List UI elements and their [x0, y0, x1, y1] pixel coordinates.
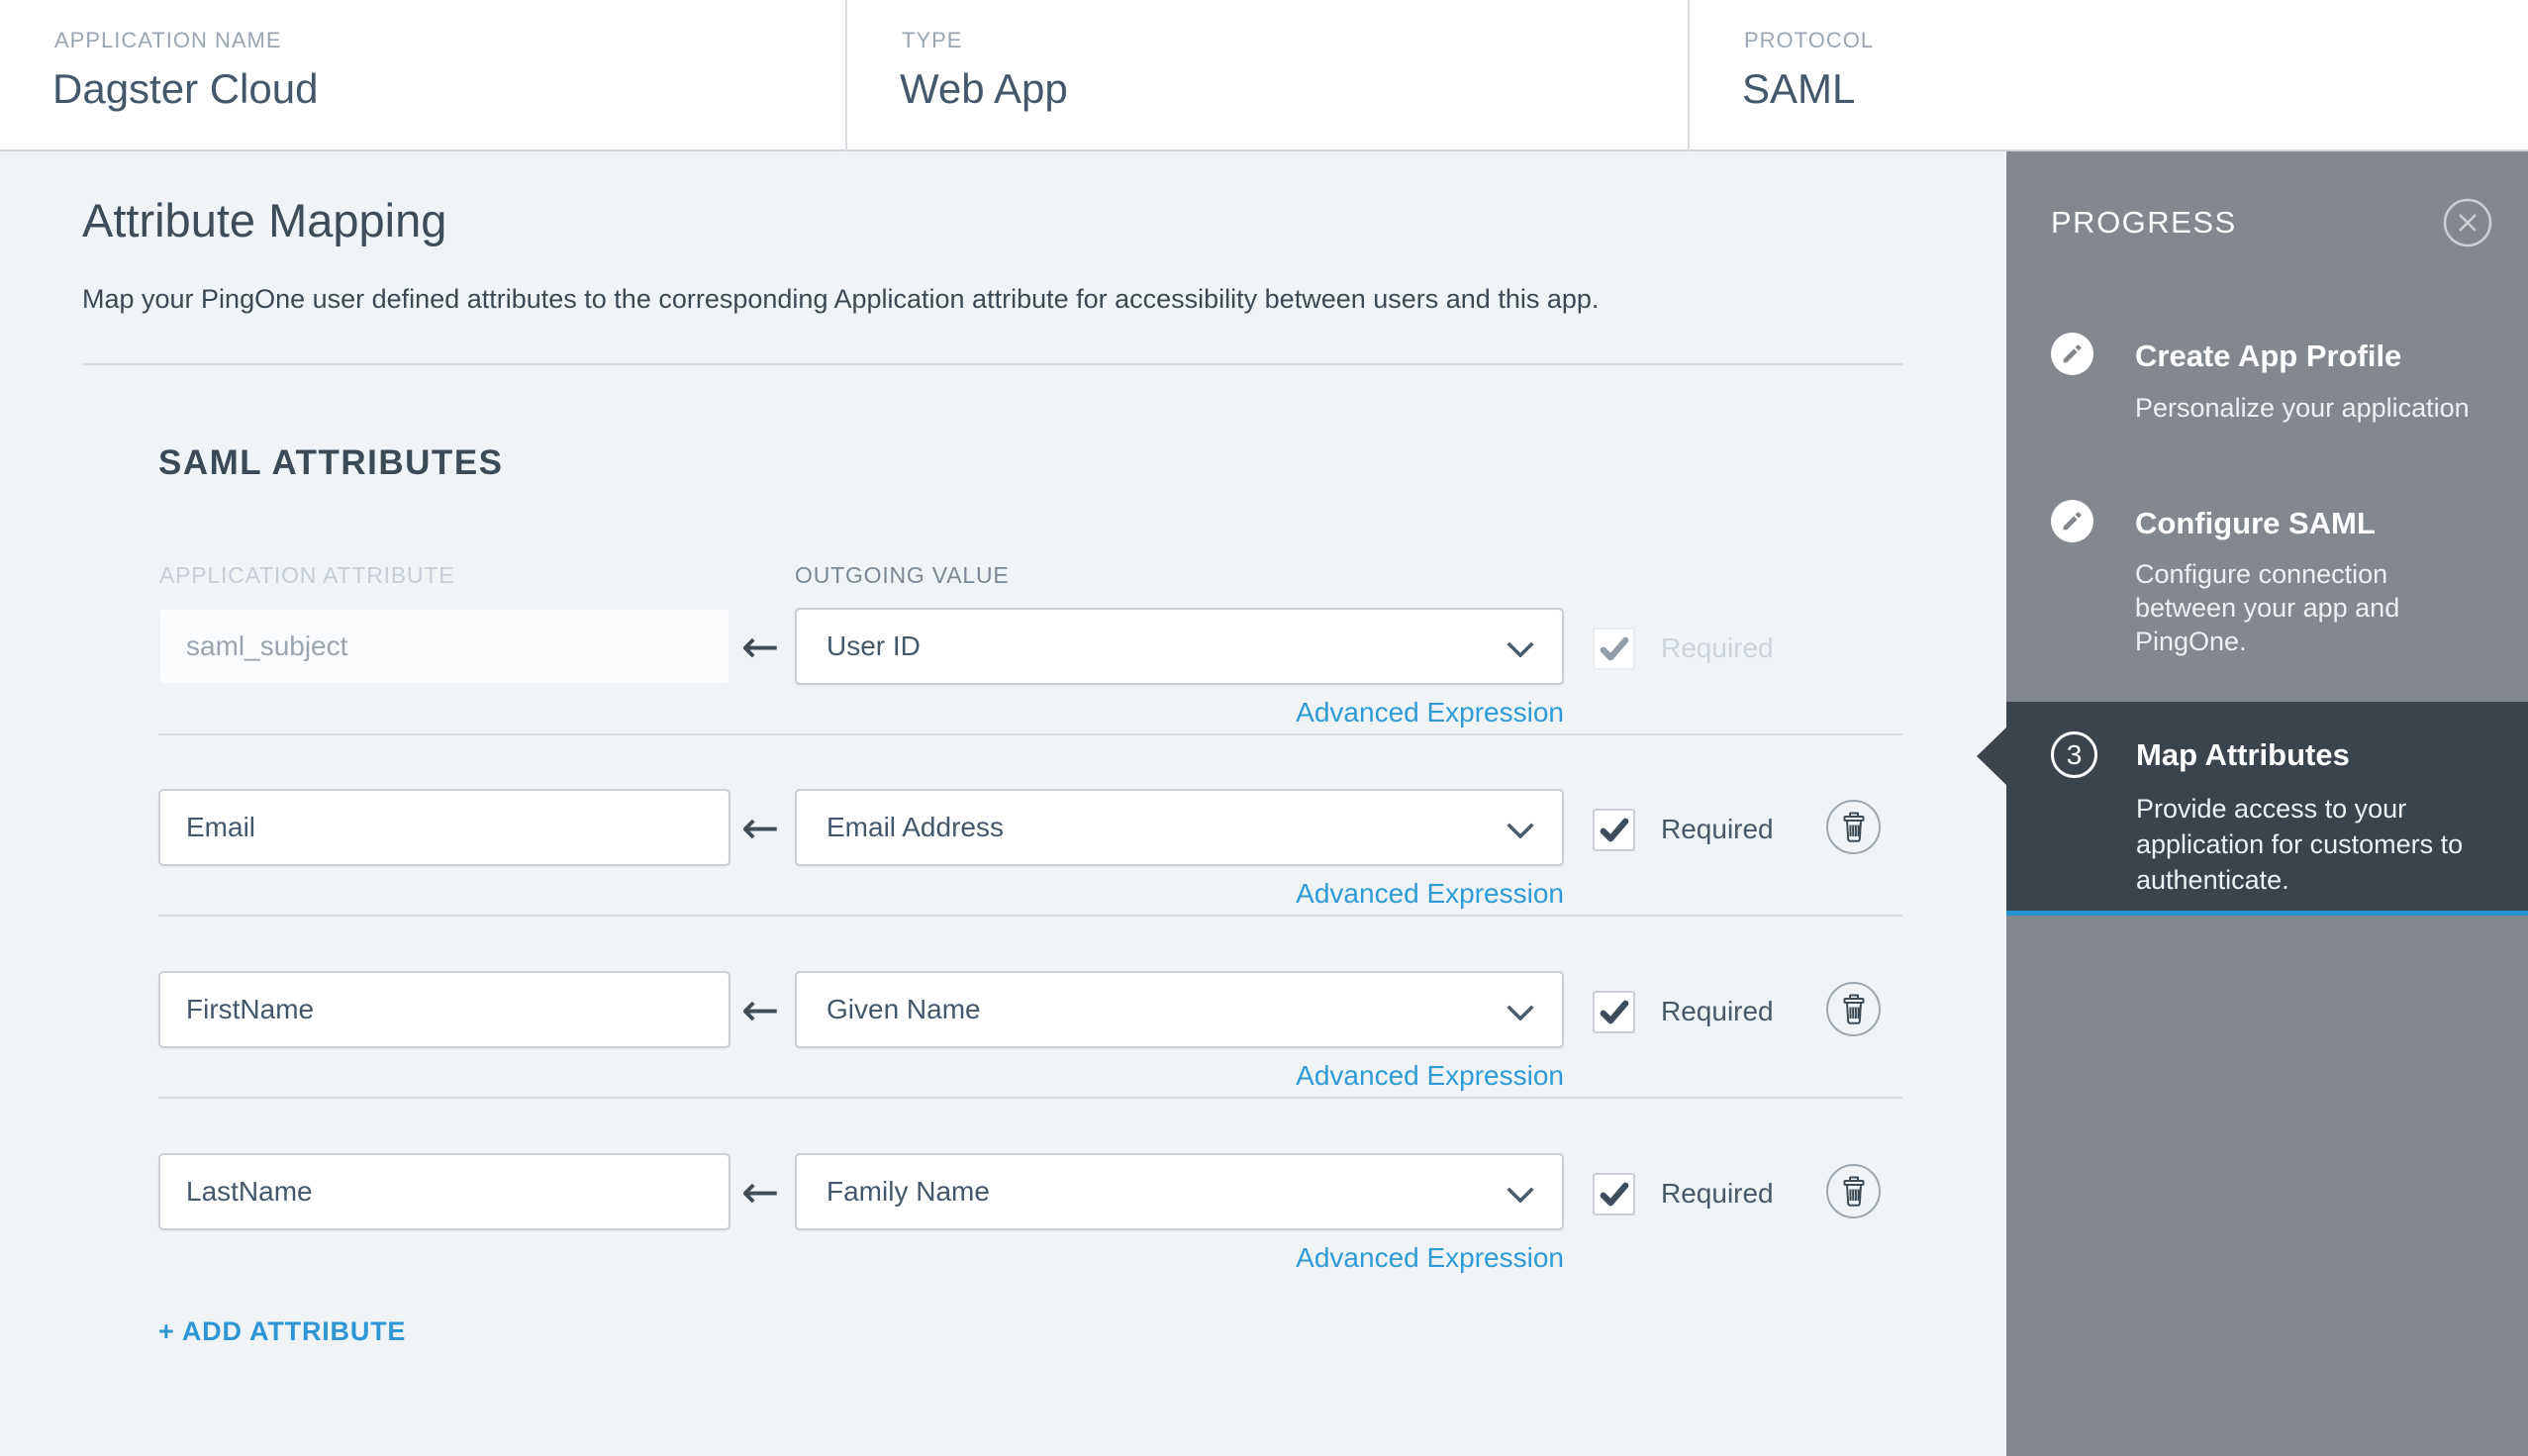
required-checkbox[interactable]: [1593, 991, 1635, 1033]
delete-attribute-button[interactable]: [1826, 1164, 1881, 1218]
advanced-expression-link[interactable]: Advanced Expression: [795, 1060, 1564, 1092]
progress-panel: PROGRESS Create App Profile Personalize …: [1977, 151, 2528, 1456]
chevron-down-icon: [1507, 823, 1534, 838]
chevron-down-icon: [1507, 1187, 1534, 1203]
active-step-pointer: [1977, 728, 2006, 785]
outgoing-value-column-header: OUTGOING VALUE: [795, 562, 1010, 588]
required-checkbox-disabled: [1593, 628, 1635, 670]
page-title: Attribute Mapping: [82, 194, 447, 246]
page-description: Map your PingOne user defined attributes…: [82, 284, 1600, 314]
left-arrow-icon: ←: [740, 983, 780, 1036]
checkmark-icon: [1600, 818, 1628, 842]
required-label: Required: [1661, 632, 1774, 663]
step-title[interactable]: Configure SAML: [2135, 506, 2376, 541]
required-label: Required: [1661, 1178, 1774, 1209]
left-arrow-icon: ←: [740, 1165, 780, 1218]
application-name-value: Dagster Cloud: [52, 65, 319, 112]
protocol-field: PROTOCOL SAML: [1688, 0, 2528, 151]
protocol-value: SAML: [1742, 65, 1856, 112]
type-field: TYPE Web App: [845, 0, 1688, 151]
outgoing-value-select-family-name[interactable]: Family Name: [795, 1153, 1564, 1230]
trash-icon: [1843, 811, 1864, 842]
close-icon: [2443, 198, 2492, 247]
application-attribute-input-firstname[interactable]: [158, 971, 730, 1048]
step-title: Map Attributes: [2136, 737, 2350, 772]
step-description: Personalize your application: [2135, 393, 2470, 423]
edit-step-button[interactable]: [2051, 500, 2093, 542]
required-checkbox[interactable]: [1593, 1173, 1635, 1215]
advanced-expression-link[interactable]: Advanced Expression: [795, 1242, 1564, 1274]
pencil-icon: [2063, 512, 2082, 531]
step-title[interactable]: Create App Profile: [2135, 339, 2401, 374]
application-name-label: APPLICATION NAME: [54, 28, 282, 52]
application-attribute-input-email[interactable]: [158, 789, 730, 866]
chevron-down-icon: [1507, 641, 1534, 657]
divider: [82, 363, 1902, 365]
application-attribute-column-header: APPLICATION ATTRIBUTE: [159, 562, 455, 588]
delete-attribute-button[interactable]: [1826, 982, 1881, 1036]
delete-attribute-button[interactable]: [1826, 800, 1881, 854]
required-label: Required: [1661, 814, 1774, 844]
progress-panel-title: PROGRESS: [2051, 205, 2237, 240]
checkmark-icon: [1600, 1182, 1628, 1207]
step-description: Provide access to your application for c…: [2136, 794, 2464, 895]
close-progress-button[interactable]: [2442, 197, 2493, 248]
required-checkbox[interactable]: [1593, 809, 1635, 851]
application-attribute-input-lastname[interactable]: [158, 1153, 730, 1230]
app-summary-header: APPLICATION NAME Dagster Cloud TYPE Web …: [0, 0, 2528, 151]
step-number-badge: 3: [2051, 731, 2097, 778]
pencil-icon: [2063, 344, 2082, 363]
step-description: Configure connection between your app an…: [2135, 559, 2400, 656]
divider: [158, 733, 1902, 735]
type-value: Web App: [900, 65, 1068, 112]
edit-step-button[interactable]: [2051, 333, 2093, 375]
trash-icon: [1843, 993, 1864, 1024]
type-label: TYPE: [902, 28, 963, 52]
progress-step-map-attributes-active[interactable]: 3 Map Attributes Provide access to your …: [1977, 702, 2528, 916]
trash-icon: [1843, 1175, 1864, 1207]
left-arrow-icon: ←: [740, 620, 780, 673]
outgoing-value-select-email-address[interactable]: Email Address: [795, 789, 1564, 866]
chevron-down-icon: [1507, 1005, 1534, 1020]
protocol-label: PROTOCOL: [1744, 28, 1875, 52]
advanced-expression-link[interactable]: Advanced Expression: [795, 878, 1564, 910]
saml-attributes-heading: SAML ATTRIBUTES: [158, 443, 504, 482]
checkmark-icon: [1600, 1000, 1628, 1024]
left-arrow-icon: ←: [740, 801, 780, 854]
checkmark-icon: [1600, 636, 1628, 661]
application-attribute-input-saml-subject: [158, 608, 730, 685]
divider: [158, 915, 1902, 917]
outgoing-value-select-given-name[interactable]: Given Name: [795, 971, 1564, 1048]
attribute-mapping-page: APPLICATION NAME Dagster Cloud TYPE Web …: [0, 0, 2528, 1456]
divider: [158, 1097, 1902, 1099]
add-attribute-button[interactable]: + ADD ATTRIBUTE: [158, 1316, 406, 1347]
required-label: Required: [1661, 996, 1774, 1026]
advanced-expression-link[interactable]: Advanced Expression: [795, 697, 1564, 728]
application-name-field: APPLICATION NAME Dagster Cloud: [0, 0, 845, 151]
outgoing-value-select-user-id[interactable]: User ID: [795, 608, 1564, 685]
